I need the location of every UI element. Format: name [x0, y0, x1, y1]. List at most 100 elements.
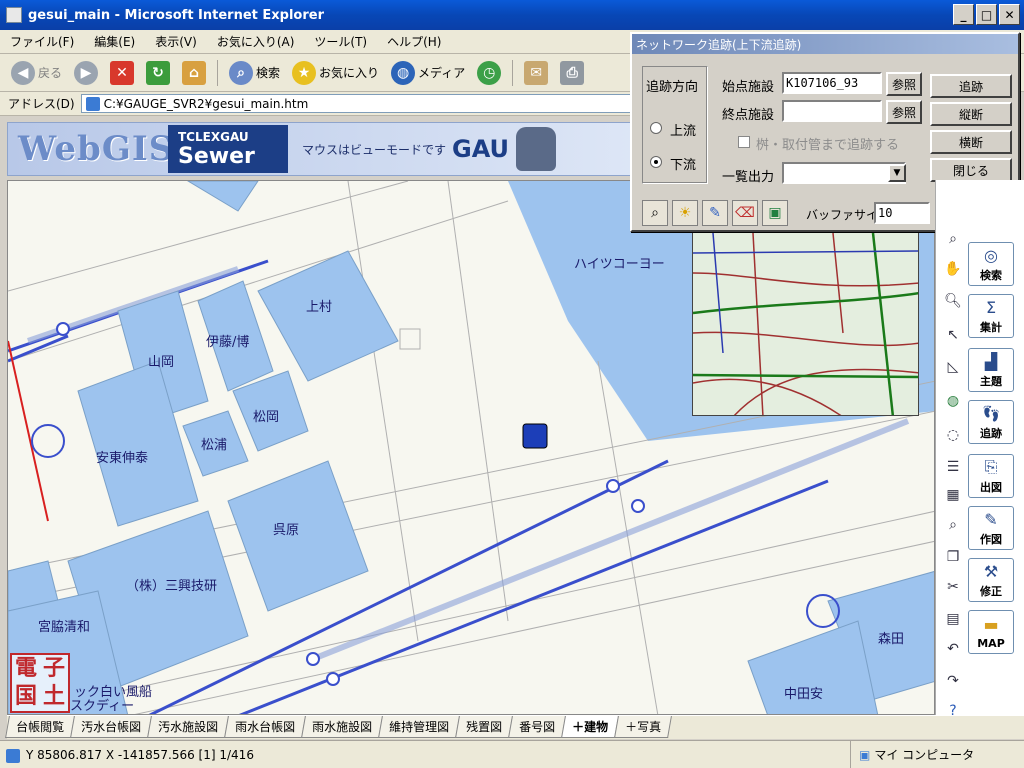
dialog-title[interactable]: ネットワーク追跡(上下流追跡) — [632, 34, 1018, 54]
menu-favorites[interactable]: お気に入り(A) — [217, 33, 295, 50]
vertical-section-button[interactable]: 縦断 — [930, 102, 1012, 126]
map-label-heights: ハイツコーヨー — [574, 257, 665, 272]
media-button[interactable]: ◍ メディア — [388, 58, 468, 88]
hand-pan-icon[interactable]: ✋ — [942, 258, 964, 280]
picture-icon[interactable]: ▣ — [762, 200, 788, 226]
sun-icon[interactable]: ☀ — [672, 200, 698, 226]
back-arrow-icon: ◀ — [11, 60, 35, 85]
menu-view[interactable]: 表示(V) — [155, 33, 197, 50]
buffer-size-input[interactable]: 10 — [874, 202, 930, 224]
zoom-icon[interactable]: ⌕ — [942, 228, 964, 250]
eraser-icon[interactable]: ⌫ — [732, 200, 758, 226]
print-button[interactable]: ⎙ — [557, 58, 587, 88]
trace-tool-button[interactable]: 👣︎ 追跡 — [968, 400, 1014, 444]
selected-facility-marker[interactable] — [522, 423, 548, 449]
upstream-radio[interactable] — [650, 122, 662, 134]
cut-icon[interactable]: ✂ — [942, 576, 964, 598]
globe-icon: ◍ — [391, 60, 416, 85]
home-button[interactable]: ⌂ — [179, 58, 209, 88]
include-laterals-checkbox[interactable] — [738, 136, 750, 148]
page-icon — [85, 96, 100, 111]
output-tool-button[interactable]: ⎘ 出図 — [968, 454, 1014, 498]
upstream-label: 上流 — [670, 124, 697, 139]
horizontal-section-button[interactable]: 横断 — [930, 130, 1012, 154]
map-tool-button[interactable]: ▬ MAP — [968, 610, 1014, 654]
search-icon: ⌕ — [229, 60, 254, 85]
downstream-radio[interactable] — [650, 156, 662, 168]
menu-help[interactable]: ヘルプ(H) — [387, 33, 441, 50]
trace-button[interactable]: 追跡 — [930, 74, 1012, 98]
start-facility-input[interactable]: K107106_93 — [782, 72, 882, 94]
aggregate-tool-button[interactable]: Σ 集計 — [968, 294, 1014, 338]
close-button[interactable]: ✕ — [999, 4, 1020, 25]
map-label-matsuura: 松浦 — [201, 438, 228, 453]
mail-button[interactable]: ✉ — [521, 58, 551, 88]
maximize-button[interactable]: □ — [976, 4, 997, 25]
copy-icon[interactable]: ❐ — [942, 546, 964, 568]
menu-edit[interactable]: 編集(E) — [94, 33, 135, 50]
favorites-button[interactable]: ★ お気に入り — [289, 58, 382, 88]
undo-icon[interactable]: ↶ — [942, 638, 964, 660]
toolbar-separator — [512, 59, 514, 86]
tab-remaining[interactable]: 残置図 — [455, 716, 514, 738]
tab-building[interactable]: ＋建物 — [561, 716, 620, 738]
toolbar-separator — [217, 59, 219, 86]
tab-ledger-view[interactable]: 台帳閲覧 — [5, 716, 75, 738]
stop-icon: ✕ — [110, 60, 135, 85]
computer-icon: ▣ — [859, 747, 871, 762]
map-label-kurehara: 呉原 — [273, 523, 300, 538]
table-icon[interactable]: ▦ — [942, 484, 964, 506]
draw-tool-button[interactable]: ✎ 作図 — [968, 506, 1014, 550]
measure-icon[interactable]: ◺ — [942, 356, 964, 378]
back-button[interactable]: ◀ 戻る — [8, 58, 65, 88]
end-facility-input[interactable] — [782, 100, 882, 122]
search-button[interactable]: ⌕ 検索 — [226, 58, 283, 88]
refresh-button[interactable]: ↻ — [143, 58, 173, 88]
balloon-icon[interactable]: ◌ — [942, 424, 964, 446]
tab-photo[interactable]: ＋写真 — [614, 716, 673, 738]
paste-icon[interactable]: ▤ — [942, 608, 964, 630]
forward-arrow-icon: ▶ — [74, 60, 99, 85]
search-tool-button[interactable]: ◎ 検索 — [968, 242, 1014, 286]
tab-number[interactable]: 番号図 — [508, 716, 567, 738]
minimize-button[interactable]: _ — [953, 4, 974, 25]
tab-rain-facility[interactable]: 雨水施設図 — [301, 716, 384, 738]
overview-minimap[interactable] — [692, 232, 919, 416]
theme-tool-button[interactable]: ▟ 主題 — [968, 348, 1014, 392]
redo-icon[interactable]: ↷ — [942, 670, 964, 692]
wrench-icon: ⚒ — [983, 561, 999, 581]
menu-file[interactable]: ファイル(F) — [10, 33, 74, 50]
palette-icon[interactable]: ✎ — [702, 200, 728, 226]
globe-icon[interactable]: ◍ — [942, 390, 964, 412]
find-icon[interactable]: ⌕ — [942, 514, 964, 536]
forward-button[interactable]: ▶ — [71, 58, 101, 88]
start-ref-button[interactable]: 参照 — [886, 72, 922, 96]
printer-icon: ⎙ — [560, 60, 585, 85]
pen-icon: ✎ — [984, 509, 998, 529]
address-input[interactable]: C:¥GAUGE_SVR2¥gesui_main.htm — [80, 94, 636, 113]
history-button[interactable]: ◷ — [474, 58, 504, 88]
menu-tools[interactable]: ツール(T) — [314, 33, 367, 50]
pointer-icon[interactable]: ↖ — [942, 324, 964, 346]
tab-sewage-facility[interactable]: 汚水施設図 — [147, 716, 229, 738]
tab-maintenance[interactable]: 維持管理図 — [378, 716, 461, 738]
list-icon[interactable]: ☰ — [942, 456, 964, 478]
end-ref-button[interactable]: 参照 — [886, 100, 922, 124]
tab-sewage-ledger[interactable]: 汚水台帳図 — [70, 716, 152, 738]
list-output-dropdown[interactable]: ▼ — [888, 164, 906, 182]
star-icon: ★ — [292, 60, 317, 85]
stop-button[interactable]: ✕ — [107, 58, 137, 88]
title-bar[interactable]: gesui_main - Microsoft Internet Explorer… — [0, 0, 1024, 30]
tab-rain-ledger[interactable]: 雨水台帳図 — [224, 716, 307, 738]
zoom-out-icon[interactable]: 🔍︎ — [942, 290, 964, 312]
list-output-label: 一覧出力 — [722, 170, 775, 185]
map-label-kamimura: 上村 — [306, 300, 333, 315]
gau-logo: GAU — [452, 135, 510, 163]
map-label-morita: 森田 — [878, 632, 905, 647]
edit-tool-button[interactable]: ⚒ 修正 — [968, 558, 1014, 602]
map-label-nakata: 中田安 — [784, 687, 824, 702]
history-icon: ◷ — [477, 60, 502, 85]
zoom-map-icon[interactable]: ⌕ — [642, 200, 668, 226]
address-bar: アドレス(D) C:¥GAUGE_SVR2¥gesui_main.htm — [0, 92, 640, 116]
dialog-close-button[interactable]: 閉じる — [930, 158, 1012, 182]
